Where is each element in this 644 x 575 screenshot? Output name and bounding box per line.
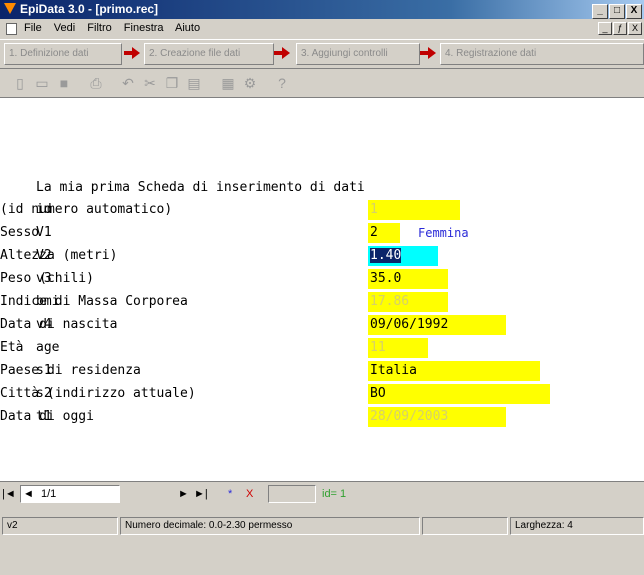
field-value: 1.40	[370, 248, 402, 263]
mdi-restore-button[interactable]: ƒ	[613, 22, 627, 35]
new-record-icon[interactable]: *	[228, 488, 232, 500]
field-value: 35.0	[370, 271, 402, 286]
undo-icon[interactable]: ↶	[120, 75, 136, 91]
field-value: 17.86	[370, 294, 410, 309]
next-record-icon[interactable]: ►	[178, 488, 189, 500]
field-input-age[interactable]: 11	[368, 338, 428, 358]
title-bar: EpiData 3.0 - [primo.rec] _ □ X	[0, 0, 644, 19]
paste-icon[interactable]: ▤	[186, 75, 202, 91]
field-label-t1: Data di oggi	[0, 409, 94, 424]
field-label-id: (id numero automatico)	[0, 202, 173, 217]
status-field-width: Larghezza: 4	[510, 517, 644, 535]
help-icon[interactable]: ?	[274, 75, 290, 91]
window-title: EpiData 3.0 - [primo.rec]	[20, 2, 159, 16]
field-label-v2: Altezza (metri)	[0, 248, 118, 263]
status-empty-panel	[422, 517, 508, 535]
menu-view[interactable]: Vedi	[54, 22, 75, 34]
arrow-right-icon	[420, 47, 436, 59]
status-bar: v2 Numero decimale: 0.0-2.30 permesso La…	[0, 516, 644, 536]
step-add-checks-button[interactable]: 3. Aggiungi controlli	[296, 43, 420, 65]
field-input-v2[interactable]: 1.40	[368, 246, 438, 266]
field-value: Italia	[370, 363, 417, 378]
field-input-v4[interactable]: 09/06/1992	[368, 315, 506, 335]
save-icon[interactable]: ■	[56, 75, 72, 91]
field-input-s1[interactable]: Italia	[368, 361, 540, 381]
record-number-field[interactable]: ◄ 1/1	[20, 485, 120, 503]
document-icon[interactable]	[6, 23, 17, 35]
field-label-s2: Città (indirizzo attuale)	[0, 386, 196, 401]
cut-icon[interactable]: ✂	[142, 75, 158, 91]
field-input-t1[interactable]: 28/09/2003	[368, 407, 506, 427]
step-create-datafile-button[interactable]: 2. Creazione file dati	[144, 43, 274, 65]
field-input-id[interactable]: 1	[368, 200, 460, 220]
mdi-minimize-button[interactable]: _	[598, 22, 612, 35]
record-counter: 1/1	[40, 488, 57, 500]
settings-icon[interactable]: ⚙	[242, 75, 258, 91]
copy-icon[interactable]: ❐	[164, 75, 180, 91]
form-heading: La mia prima Scheda di inserimento di da…	[36, 180, 365, 195]
menu-window[interactable]: Finestra	[124, 22, 164, 34]
new-file-icon[interactable]: ▯	[12, 75, 28, 91]
navigation-separator-panel	[268, 485, 316, 503]
work-process-toolbar: 1. Definizione dati 2. Creazione file da…	[0, 39, 644, 69]
minimize-button[interactable]: _	[592, 4, 608, 19]
field-label-v3: Peso (chili)	[0, 271, 94, 286]
last-record-icon[interactable]: ►|	[194, 488, 208, 500]
print-icon[interactable]: ⎙	[88, 75, 104, 91]
mdi-close-button[interactable]: X	[628, 22, 642, 35]
status-hint: Numero decimale: 0.0-2.30 permesso	[120, 517, 420, 535]
field-label-bmi: Indice di Massa Corporea	[0, 294, 188, 309]
record-navigation-bar: |◄ ◄ 1/1 ► ►| * X id= 1	[0, 483, 644, 505]
menu-bar: File Vedi Filtro Finestra Aiuto _ ƒ X	[0, 19, 644, 38]
arrow-right-icon	[274, 47, 290, 59]
first-record-icon[interactable]: |◄	[2, 488, 16, 500]
data-entry-form: La mia prima Scheda di inserimento di da…	[0, 98, 644, 482]
delete-record-icon[interactable]: X	[246, 488, 253, 500]
field-input-s2[interactable]: BO	[368, 384, 550, 404]
field-input-v1[interactable]: 2	[368, 223, 400, 243]
prev-record-icon[interactable]: ◄	[23, 488, 34, 500]
step-enter-data-button[interactable]: 4. Registrazione dati	[440, 43, 644, 65]
epidata-app-icon	[4, 3, 16, 14]
value-label-v1: Femmina	[418, 226, 469, 240]
field-label-s1: Paese di residenza	[0, 363, 141, 378]
arrow-right-icon	[124, 47, 140, 59]
current-id-label: id= 1	[322, 488, 347, 500]
field-value: 09/06/1992	[370, 317, 449, 332]
standard-toolbar: ▯ ▭ ■ ⎙ ↶ ✂ ❐ ▤ ▦ ⚙ ?	[0, 69, 644, 98]
field-input-bmi[interactable]: 17.86	[368, 292, 448, 312]
menu-help[interactable]: Aiuto	[175, 22, 200, 34]
open-file-icon[interactable]: ▭	[34, 75, 50, 91]
field-value: 1	[370, 202, 378, 217]
field-value: 28/09/2003	[370, 409, 449, 424]
menu-filter[interactable]: Filtro	[87, 22, 111, 34]
status-field-name: v2	[2, 517, 118, 535]
calculator-icon[interactable]: ▦	[220, 75, 236, 91]
field-label-v4: Data di nascita	[0, 317, 118, 332]
step-define-data-button[interactable]: 1. Definizione dati	[4, 43, 122, 65]
maximize-button[interactable]: □	[609, 4, 625, 19]
field-value: 11	[370, 340, 386, 355]
field-label-v1: Sesso	[0, 225, 40, 240]
menu-file[interactable]: File	[24, 22, 42, 34]
field-value: 2	[370, 225, 378, 240]
close-button[interactable]: X	[626, 4, 642, 19]
field-input-v3[interactable]: 35.0	[368, 269, 448, 289]
field-value: BO	[370, 386, 386, 401]
field-label-age: Età	[0, 340, 24, 355]
